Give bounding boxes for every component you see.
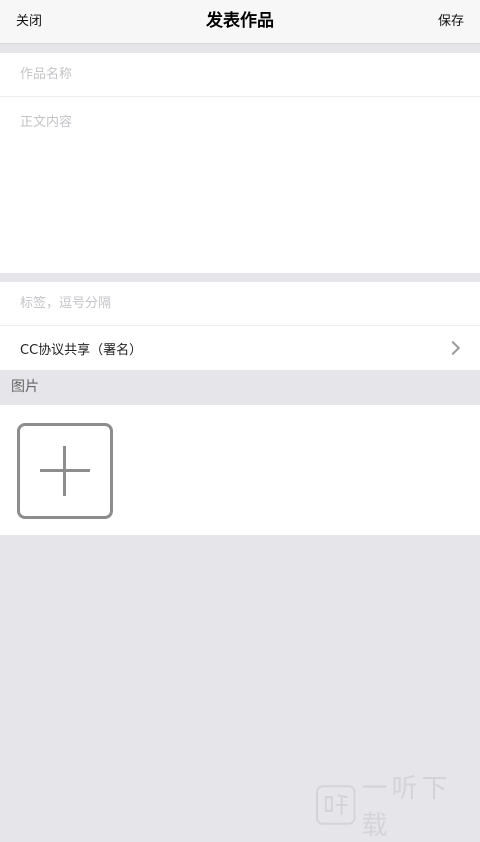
body-textarea[interactable] bbox=[20, 111, 460, 261]
title-input[interactable] bbox=[20, 67, 460, 82]
images-card bbox=[0, 405, 480, 535]
license-label: CC协议共享（署名） bbox=[20, 339, 142, 358]
body-field-row bbox=[0, 97, 480, 273]
tags-field-row bbox=[0, 282, 480, 326]
plus-icon-vertical bbox=[63, 446, 66, 496]
page-title: 发表作品 bbox=[0, 0, 480, 43]
title-field-row bbox=[0, 53, 480, 97]
section-spacer bbox=[0, 44, 480, 53]
watermark-text: 一听下载 bbox=[362, 768, 480, 842]
watermark-logo-icon bbox=[316, 785, 356, 825]
content-card bbox=[0, 53, 480, 273]
images-section-title: 图片 bbox=[0, 370, 480, 405]
meta-card: CC协议共享（署名） bbox=[0, 282, 480, 370]
chevron-right-icon bbox=[446, 341, 460, 355]
section-spacer bbox=[0, 273, 480, 282]
tags-input[interactable] bbox=[20, 296, 460, 311]
license-selector[interactable]: CC协议共享（署名） bbox=[0, 326, 480, 370]
navigation-bar: 关闭 发表作品 保存 bbox=[0, 0, 480, 44]
watermark: 一听下载 bbox=[316, 782, 480, 828]
add-image-button[interactable] bbox=[17, 423, 113, 519]
save-button[interactable]: 保存 bbox=[438, 0, 464, 43]
